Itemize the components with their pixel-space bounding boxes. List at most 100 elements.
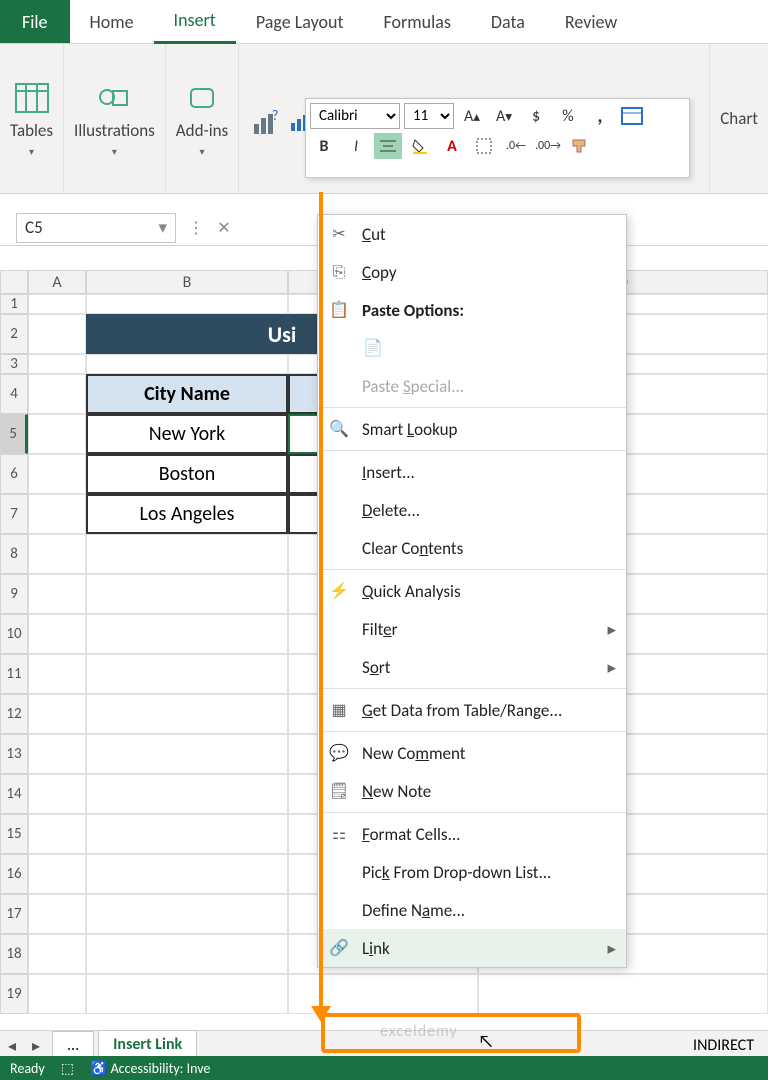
cell[interactable] xyxy=(28,854,86,894)
row-header[interactable]: 7 xyxy=(0,494,28,534)
cell[interactable]: New York xyxy=(86,414,288,454)
recommended-charts-icon[interactable]: ? xyxy=(249,109,279,137)
row-header[interactable]: 15 xyxy=(0,814,28,854)
row-header[interactable]: 10 xyxy=(0,614,28,654)
ctx-define-name[interactable]: Define Name... xyxy=(318,891,626,929)
ctx-new-note[interactable]: 🗒New Note xyxy=(318,772,626,810)
tab-file[interactable]: File xyxy=(0,0,70,43)
name-box[interactable]: C5▾ xyxy=(16,213,176,243)
align-center-icon[interactable] xyxy=(374,133,402,159)
font-size-select[interactable]: 11 xyxy=(404,103,454,129)
fill-color-icon[interactable] xyxy=(406,133,434,159)
cell[interactable] xyxy=(28,734,86,774)
cell[interactable] xyxy=(28,694,86,734)
ctx-paste-values[interactable]: 📄 xyxy=(318,329,626,367)
ctx-cut[interactable]: ✂Cut xyxy=(318,215,626,253)
ctx-smart-lookup[interactable]: 🔍Smart Lookup xyxy=(318,410,626,448)
accessibility-status[interactable]: ♿ Accessibility: Inve xyxy=(90,1060,210,1077)
ctx-delete[interactable]: Delete... xyxy=(318,491,626,529)
row-header[interactable]: 4 xyxy=(0,374,28,414)
font-color-icon[interactable]: A xyxy=(438,133,466,159)
ctx-sort[interactable]: Sort▸ xyxy=(318,648,626,686)
cell[interactable] xyxy=(28,314,86,354)
ctx-get-data[interactable]: ▦Get Data from Table/Range... xyxy=(318,691,626,729)
cell[interactable] xyxy=(86,854,288,894)
col-header-A[interactable]: A xyxy=(28,270,86,294)
borders-icon[interactable] xyxy=(470,133,498,159)
cell[interactable] xyxy=(28,454,86,494)
cell[interactable] xyxy=(28,494,86,534)
row-header[interactable]: 11 xyxy=(0,654,28,694)
cell[interactable] xyxy=(86,894,288,934)
ctx-insert[interactable]: Insert... xyxy=(318,453,626,491)
cell[interactable] xyxy=(86,294,288,314)
tab-data[interactable]: Data xyxy=(471,1,545,43)
italic-icon[interactable]: I xyxy=(342,133,370,159)
row-header[interactable]: 1 xyxy=(0,294,28,314)
tab-formulas[interactable]: Formulas xyxy=(364,1,471,43)
row-header[interactable]: 2 xyxy=(0,314,28,354)
tab-page-layout[interactable]: Page Layout xyxy=(236,1,364,43)
cell[interactable]: Boston xyxy=(86,454,288,494)
cell[interactable] xyxy=(28,354,86,374)
row-header[interactable]: 9 xyxy=(0,574,28,614)
cell[interactable] xyxy=(28,414,86,454)
row-header[interactable]: 3 xyxy=(0,354,28,374)
cell[interactable] xyxy=(86,534,288,574)
row-header[interactable]: 14 xyxy=(0,774,28,814)
cell[interactable] xyxy=(86,574,288,614)
row-header[interactable]: 17 xyxy=(0,894,28,934)
comma-icon[interactable]: , xyxy=(586,103,614,129)
cell[interactable] xyxy=(28,934,86,974)
ctx-clear[interactable]: Clear Contents xyxy=(318,529,626,567)
decrease-font-icon[interactable]: A▾ xyxy=(490,103,518,129)
cell[interactable] xyxy=(28,894,86,934)
cell[interactable] xyxy=(86,774,288,814)
ctx-new-comment[interactable]: 💬New Comment xyxy=(318,734,626,772)
cell[interactable] xyxy=(86,934,288,974)
cell[interactable] xyxy=(86,654,288,694)
cell[interactable] xyxy=(28,534,86,574)
cell[interactable] xyxy=(28,614,86,654)
row-header[interactable]: 13 xyxy=(0,734,28,774)
cell[interactable] xyxy=(478,974,768,1014)
cell[interactable] xyxy=(86,614,288,654)
cell[interactable] xyxy=(28,374,86,414)
row-header[interactable]: 12 xyxy=(0,694,28,734)
cell[interactable] xyxy=(86,694,288,734)
ctx-format-cells[interactable]: ⚏Format Cells... xyxy=(318,815,626,853)
cell[interactable]: City Name xyxy=(86,374,288,414)
ctx-filter[interactable]: Filter▸ xyxy=(318,610,626,648)
ribbon-addins[interactable]: Add-ins ▾ xyxy=(166,44,239,193)
tab-insert[interactable]: Insert xyxy=(154,0,236,44)
sheet-tab-other[interactable]: INDIRECT xyxy=(679,1032,768,1059)
cell[interactable]: Los Angeles xyxy=(86,494,288,534)
currency-icon[interactable]: $ xyxy=(522,103,550,129)
cell[interactable] xyxy=(28,574,86,614)
row-header[interactable]: 5 xyxy=(0,414,28,454)
ctx-quick-analysis[interactable]: ⚡Quick Analysis xyxy=(318,572,626,610)
increase-font-icon[interactable]: A▴ xyxy=(458,103,486,129)
cell[interactable] xyxy=(28,974,86,1014)
format-painter-icon[interactable] xyxy=(566,133,594,159)
row-header[interactable]: 16 xyxy=(0,854,28,894)
ribbon-tables[interactable]: Tables ▾ xyxy=(0,44,64,193)
cell[interactable] xyxy=(28,774,86,814)
cell[interactable] xyxy=(86,974,288,1014)
cell[interactable] xyxy=(86,354,288,374)
row-header[interactable]: 8 xyxy=(0,534,28,574)
increase-decimal-icon[interactable]: .00→ xyxy=(534,133,562,159)
font-select[interactable]: Calibri xyxy=(310,103,400,129)
row-header[interactable]: 18 xyxy=(0,934,28,974)
cell[interactable] xyxy=(86,734,288,774)
ctx-copy[interactable]: ⎘Copy xyxy=(318,253,626,291)
row-header[interactable]: 19 xyxy=(0,974,28,1014)
cell[interactable] xyxy=(28,294,86,314)
cell[interactable] xyxy=(28,654,86,694)
sheet-nav-next[interactable]: ▸ xyxy=(24,1036,48,1056)
ribbon-chart-tools[interactable]: Chart xyxy=(710,44,768,193)
ctx-link[interactable]: 🔗Link▸ xyxy=(318,929,626,967)
cell[interactable] xyxy=(86,814,288,854)
macro-record-icon[interactable]: ⬚ xyxy=(61,1060,74,1077)
decrease-decimal-icon[interactable]: .0← xyxy=(502,133,530,159)
